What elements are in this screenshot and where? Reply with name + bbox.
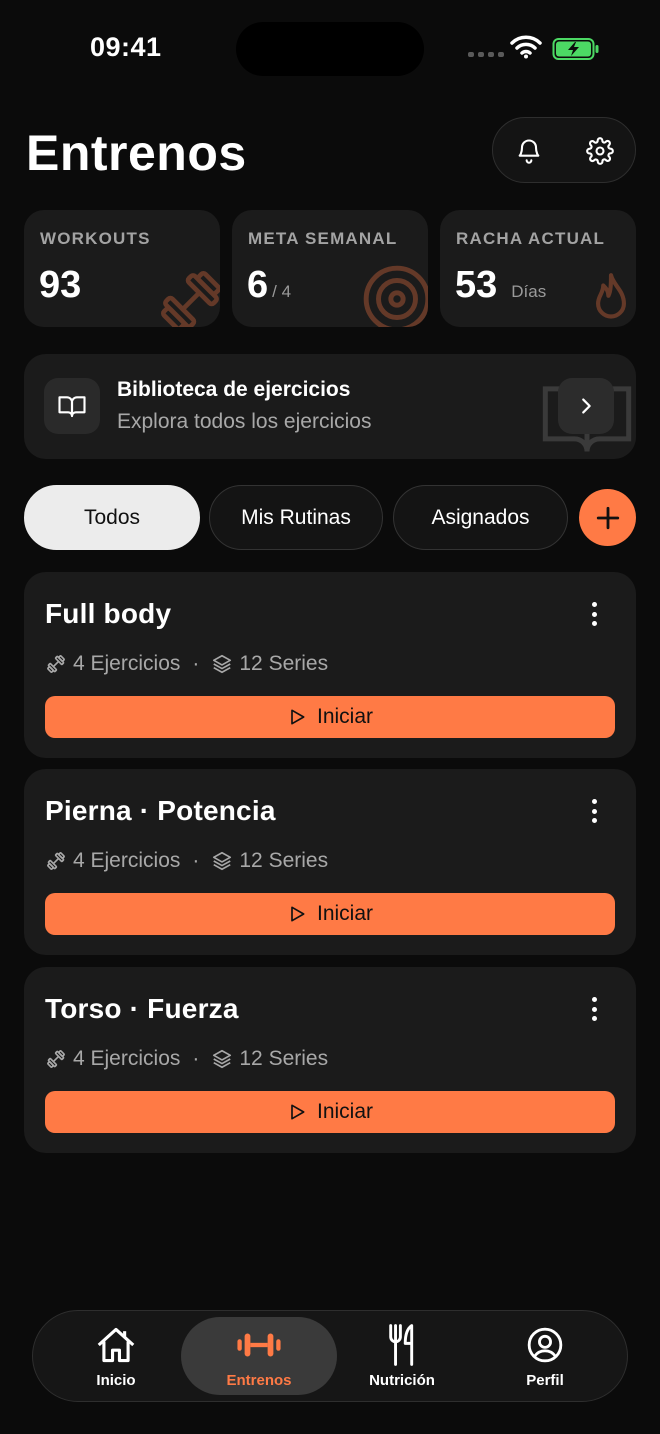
dumbbell-icon [156, 266, 220, 327]
nav-item-nutricion[interactable]: Nutrición [327, 1311, 477, 1403]
library-open-button[interactable] [558, 378, 614, 434]
status-time: 09:41 [90, 32, 162, 62]
stat-label: WORKOUTS [40, 229, 151, 248]
library-title: Biblioteca de ejercicios [117, 378, 351, 401]
page-title: Entrenos [26, 125, 247, 181]
bell-icon [518, 139, 540, 164]
filter-mis-rutinas[interactable]: Mis Rutinas [209, 485, 383, 550]
nav-item-perfil[interactable]: Perfil [470, 1311, 620, 1403]
start-routine-button[interactable]: Iniciar [45, 1091, 615, 1133]
exercise-count: 4 Ejercicios [73, 1047, 181, 1070]
add-routine-button[interactable] [579, 489, 636, 546]
dumbbell-icon [45, 850, 67, 872]
dumbbell-icon [45, 1048, 67, 1070]
stat-label: META SEMANAL [248, 229, 398, 248]
gear-icon [586, 137, 614, 165]
book-icon [58, 396, 86, 418]
chevron-right-icon [582, 398, 591, 414]
settings-button[interactable] [584, 135, 616, 167]
nav-label: Perfil [526, 1372, 564, 1389]
play-icon [287, 707, 307, 727]
routine-meta: 4 Ejercicios · 12 Series [45, 1047, 328, 1071]
wifi-icon [510, 35, 542, 64]
more-options-icon[interactable] [584, 997, 604, 1021]
stat-unit: / 4 [272, 282, 292, 301]
dynamic-island [236, 22, 424, 76]
user-circle-icon [526, 1325, 564, 1365]
routine-title: Full body [45, 598, 172, 629]
start-label: Iniciar [316, 1100, 374, 1123]
separator-dot: · [192, 849, 200, 872]
start-label: Iniciar [316, 902, 374, 925]
routine-card[interactable]: Pierna · Potencia 4 Ejercicios · 12 Seri… [24, 769, 636, 955]
series-count: 12 Series [239, 849, 329, 872]
start-routine-button[interactable]: Iniciar [45, 696, 615, 738]
filter-asignados[interactable]: Asignados [393, 485, 568, 550]
exercise-count: 4 Ejercicios [73, 849, 181, 872]
nav-label: Inicio [96, 1372, 136, 1389]
nav-item-inicio[interactable]: Inicio [41, 1311, 191, 1403]
play-icon [287, 1102, 307, 1122]
stat-value: 93 [39, 264, 82, 306]
nav-label: Entrenos [226, 1372, 292, 1389]
routine-meta: 4 Ejercicios · 12 Series [45, 849, 328, 873]
play-icon [287, 904, 307, 924]
stat-card-weekly-goal: META SEMANAL 6/ 4 [232, 210, 428, 327]
bottom-navigation: Inicio Entrenos Nutrición Perfil [32, 1310, 628, 1402]
series-count: 12 Series [239, 1047, 329, 1070]
more-options-icon[interactable] [584, 799, 604, 823]
layers-icon [211, 850, 233, 872]
routine-title: Pierna · Potencia [45, 795, 276, 826]
signal-icon [468, 52, 504, 57]
target-icon [360, 262, 428, 327]
exercise-library-card[interactable]: Biblioteca de ejercicios Explora todos l… [24, 354, 636, 459]
library-icon-box [44, 378, 100, 434]
exercise-count: 4 Ejercicios [73, 652, 181, 675]
routine-card[interactable]: Full body 4 Ejercicios · 12 Series Inici… [24, 572, 636, 758]
stat-value: 6/ 4 [247, 264, 292, 306]
header-actions [492, 117, 636, 183]
more-options-icon[interactable] [584, 602, 604, 626]
separator-dot: · [192, 1047, 200, 1070]
nav-item-entrenos[interactable]: Entrenos [184, 1311, 334, 1403]
dumbbell-icon [45, 653, 67, 675]
dumbbell-icon [236, 1325, 282, 1365]
library-subtitle: Explora todos los ejercicios [117, 410, 372, 433]
start-routine-button[interactable]: Iniciar [45, 893, 615, 935]
flame-icon [580, 266, 636, 327]
stat-card-streak: RACHA ACTUAL 53 Días [440, 210, 636, 327]
routine-title: Torso · Fuerza [45, 993, 239, 1024]
separator-dot: · [192, 652, 200, 675]
fork-knife-icon [387, 1324, 417, 1366]
stat-card-workouts: WORKOUTS 93 [24, 210, 220, 327]
nav-label: Nutrición [369, 1372, 435, 1389]
layers-icon [211, 653, 233, 675]
plus-icon [596, 506, 619, 529]
routine-meta: 4 Ejercicios · 12 Series [45, 652, 328, 676]
stat-label: RACHA ACTUAL [456, 229, 606, 248]
notifications-button[interactable] [513, 135, 545, 167]
start-label: Iniciar [316, 705, 374, 728]
home-icon [95, 1325, 137, 1365]
routine-card[interactable]: Torso · Fuerza 4 Ejercicios · 12 Series … [24, 967, 636, 1153]
series-count: 12 Series [239, 652, 329, 675]
layers-icon [211, 1048, 233, 1070]
stat-value: 53 Días [455, 264, 547, 306]
filter-todos[interactable]: Todos [24, 485, 200, 550]
stat-unit: Días [511, 282, 547, 301]
battery-icon [552, 37, 600, 66]
